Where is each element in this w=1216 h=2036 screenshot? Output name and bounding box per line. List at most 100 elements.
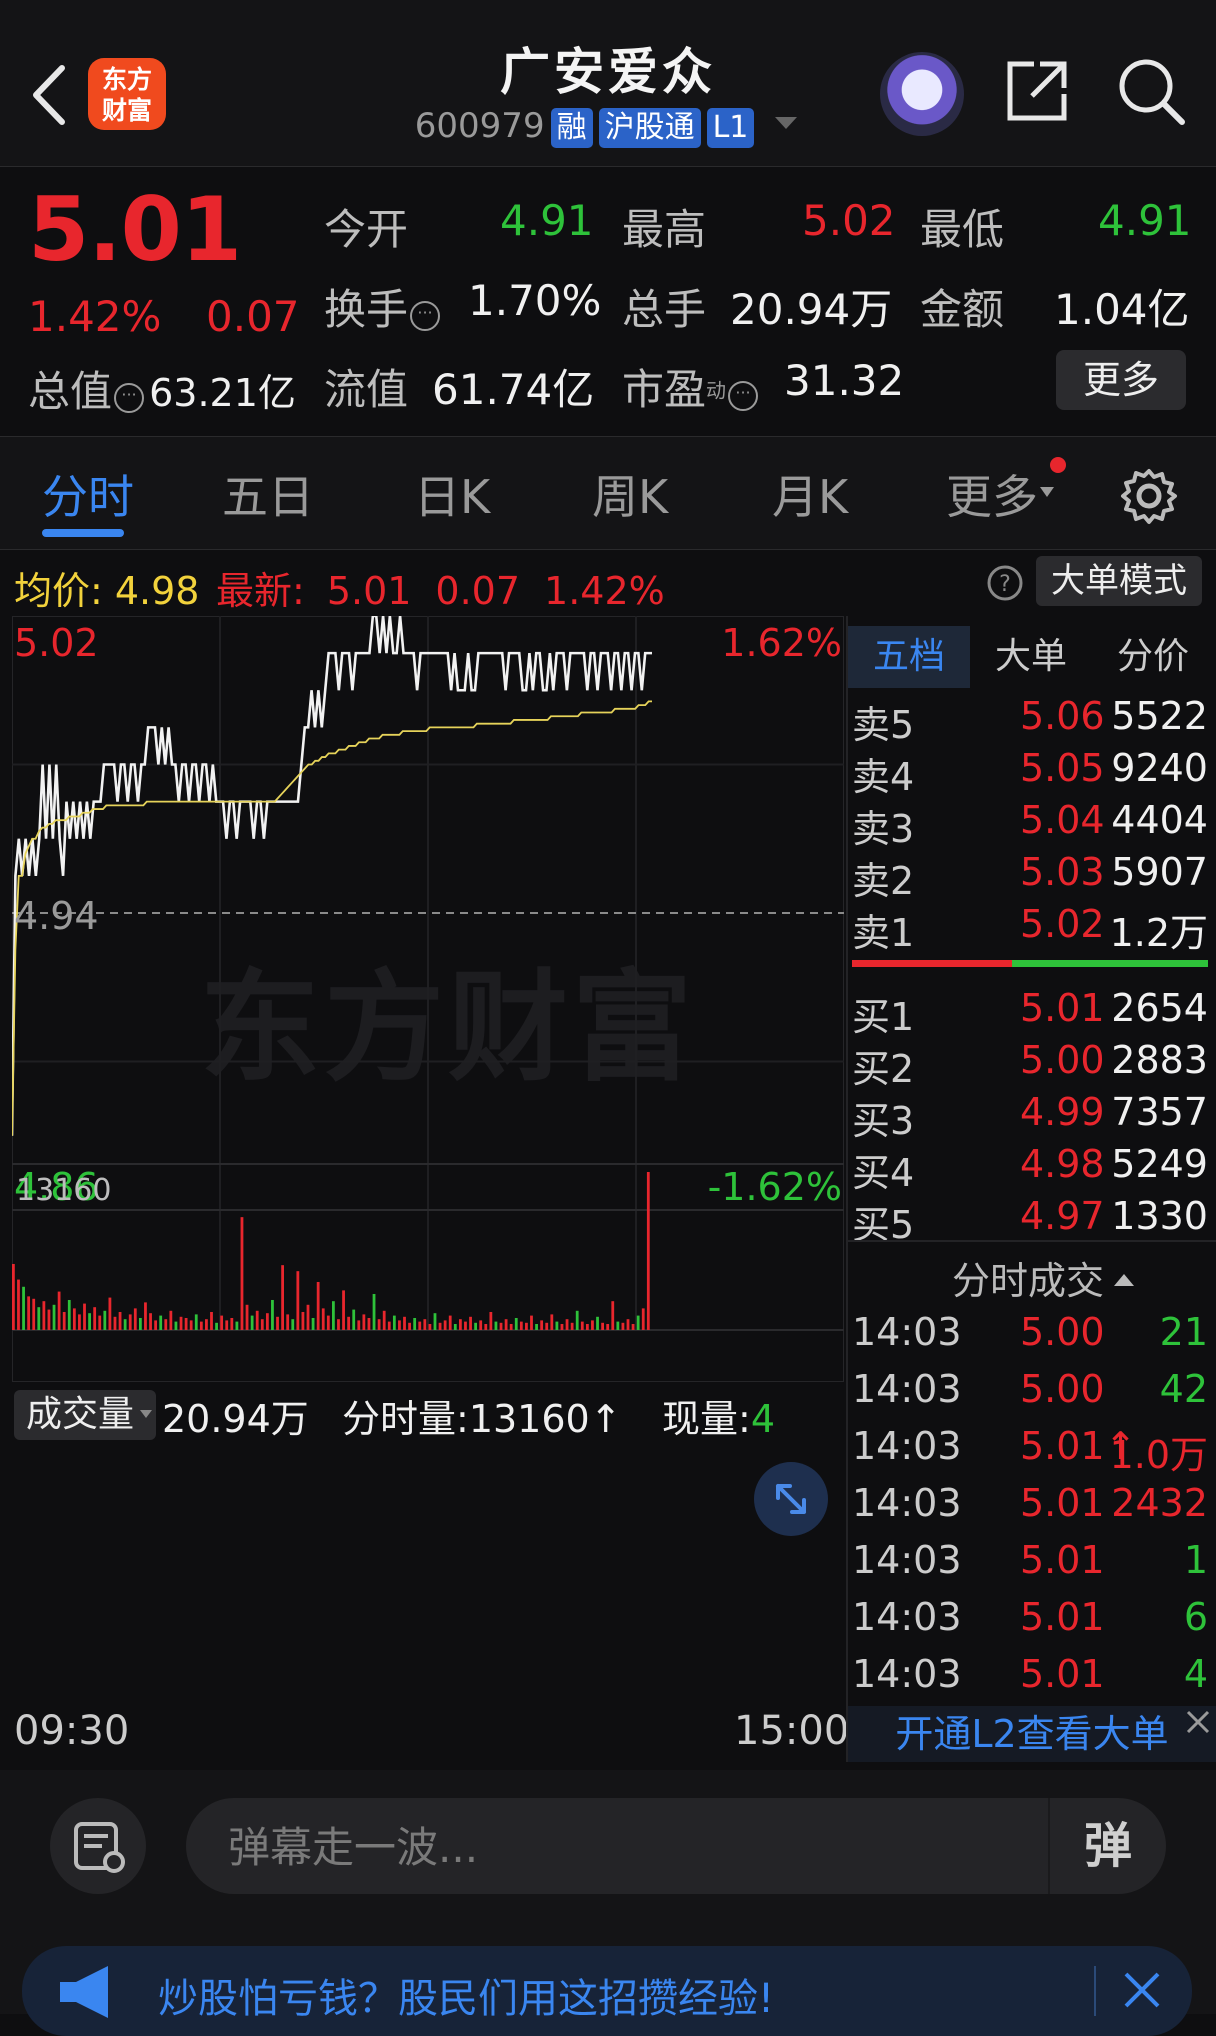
tick-volume: 21	[1159, 1310, 1208, 1354]
open-label: 今开	[324, 205, 409, 254]
volume-bar	[387, 1321, 391, 1330]
volume-bar	[169, 1310, 173, 1330]
intraday-chart[interactable]: 5.024.944.861.62%-1.62%13160	[12, 616, 844, 1382]
volume-bar	[271, 1299, 274, 1330]
high-value: 5.02	[802, 196, 896, 245]
share-icon[interactable]	[1004, 58, 1070, 124]
tab-more[interactable]: 更多	[946, 457, 1066, 527]
bid-row[interactable]: 买3 4.99 7357	[852, 1090, 1208, 1143]
tick-volume: 2432	[1111, 1481, 1208, 1525]
volume-bar	[453, 1323, 457, 1330]
volume-bar	[332, 1301, 335, 1330]
tick-volume: 4	[1183, 1652, 1208, 1696]
tick-time: 14:03	[852, 1481, 962, 1525]
gear-icon[interactable]	[1120, 467, 1178, 525]
robot-avatar-icon[interactable]	[880, 52, 964, 136]
banner-close-icon[interactable]	[1120, 1968, 1164, 2012]
tab-price-dist[interactable]: 分价	[1092, 626, 1214, 688]
more-quote-button[interactable]: 更多	[1056, 350, 1186, 410]
help-icon[interactable]: ?	[986, 564, 1024, 602]
time-start: 09:30	[14, 1708, 130, 1754]
tick-price: 5.01	[1020, 1652, 1105, 1696]
tab-monthly-k[interactable]: 月K	[772, 461, 848, 527]
volume-bar	[382, 1310, 386, 1330]
indicator-selector[interactable]: 成交量	[14, 1390, 156, 1440]
volume-bar	[194, 1314, 198, 1330]
level-volume: 1330	[1111, 1194, 1208, 1238]
ticks-header[interactable]: 分时成交	[952, 1250, 1136, 1305]
ask-row[interactable]: 卖2 5.03 5907	[852, 850, 1208, 903]
close-icon[interactable]	[1184, 1708, 1212, 1736]
volume-bar	[296, 1271, 300, 1330]
turnover[interactable]: 换手 ···	[324, 276, 441, 337]
volume-bar	[230, 1317, 234, 1330]
volume-bar	[32, 1298, 36, 1330]
dropdown-icon[interactable]	[771, 113, 801, 133]
volume-bar	[138, 1317, 142, 1330]
promo-banner[interactable]: 炒股怕亏钱？股民们用这招攒经验!	[22, 1946, 1192, 2036]
current-volume: 现量:4	[662, 1397, 775, 1441]
active-tab-indicator	[42, 529, 124, 537]
total-value[interactable]: 总值 ··· 63.21亿	[28, 358, 296, 419]
volume-bar	[545, 1322, 549, 1330]
tab-daily-k[interactable]: 日K	[414, 461, 490, 527]
info-icon[interactable]: ···	[410, 301, 441, 331]
low-label: 最低	[920, 205, 1005, 254]
big-order-mode-button[interactable]: 大单模式	[1036, 556, 1202, 606]
open-l2-link[interactable]: 开通L2查看大单	[848, 1706, 1216, 1762]
ask-row[interactable]: 卖1 5.02 1.2万	[852, 902, 1208, 955]
danmu-input[interactable]	[226, 1816, 990, 1878]
volume-label: 总手	[622, 285, 707, 334]
note-button[interactable]	[50, 1798, 146, 1894]
expand-chart-button[interactable]	[754, 1462, 828, 1536]
bid-row[interactable]: 买2 5.00 2883	[852, 1038, 1208, 1091]
bid-row[interactable]: 买5 4.97 1330	[852, 1194, 1208, 1247]
volume-bar	[585, 1323, 589, 1330]
avg-price: 均价: 4.98	[14, 569, 200, 613]
tab-big-orders[interactable]: 大单	[970, 626, 1092, 688]
volume-bar	[413, 1317, 417, 1330]
tick-row: 14:03 5.01 2432	[852, 1481, 1208, 1537]
level-volume: 4404	[1111, 798, 1208, 842]
divider	[848, 1240, 1216, 1242]
y-label-high: 5.02	[14, 621, 99, 665]
volume-bar	[616, 1321, 620, 1330]
volume-bar	[321, 1308, 325, 1330]
level-volume: 5907	[1111, 850, 1208, 894]
ask-row[interactable]: 卖5 5.06 5522	[852, 694, 1208, 747]
volume-bar	[367, 1317, 371, 1330]
danmu-input-box[interactable]: 弹	[186, 1798, 1166, 1894]
volume-bar	[438, 1322, 442, 1330]
volume-bar	[144, 1302, 147, 1330]
level-price: 5.05	[1020, 746, 1105, 790]
ask-row[interactable]: 卖3 5.04 4404	[852, 798, 1208, 851]
tab-five-levels[interactable]: 五档	[848, 626, 970, 688]
volume-bar	[286, 1314, 290, 1330]
info-icon[interactable]: ···	[114, 383, 145, 413]
tab-weekly-k[interactable]: 周K	[592, 461, 668, 527]
volume-bar	[591, 1320, 594, 1330]
level-price: 5.01	[1020, 986, 1105, 1030]
volume-bar	[316, 1281, 320, 1330]
bid-row[interactable]: 买1 5.01 2654	[852, 986, 1208, 1039]
ask-row[interactable]: 卖4 5.05 9240	[852, 746, 1208, 799]
danmu-send-button[interactable]: 弹	[1048, 1798, 1166, 1894]
volume-bar	[489, 1311, 493, 1330]
volume-bar	[357, 1320, 361, 1330]
tab-five-day[interactable]: 五日	[222, 461, 314, 527]
float-value: 61.74亿	[432, 365, 595, 414]
volume-bar	[123, 1319, 127, 1330]
bid-row[interactable]: 买4 4.98 5249	[852, 1142, 1208, 1195]
volume-bar	[458, 1319, 462, 1330]
volume-bar	[220, 1315, 224, 1330]
search-icon[interactable]	[1116, 56, 1186, 126]
info-icon[interactable]: ···	[728, 381, 759, 411]
volume-bar	[291, 1319, 295, 1330]
level-volume: 1.2万	[1109, 911, 1208, 955]
tab-intraday[interactable]: 分时	[42, 461, 134, 527]
y-label-mid: 4.94	[14, 894, 99, 938]
volume-bar	[83, 1303, 86, 1330]
tick-time: 14:03	[852, 1310, 962, 1354]
pe-ratio[interactable]: 市盈动 ···	[622, 356, 759, 417]
volume-bar	[265, 1313, 269, 1330]
